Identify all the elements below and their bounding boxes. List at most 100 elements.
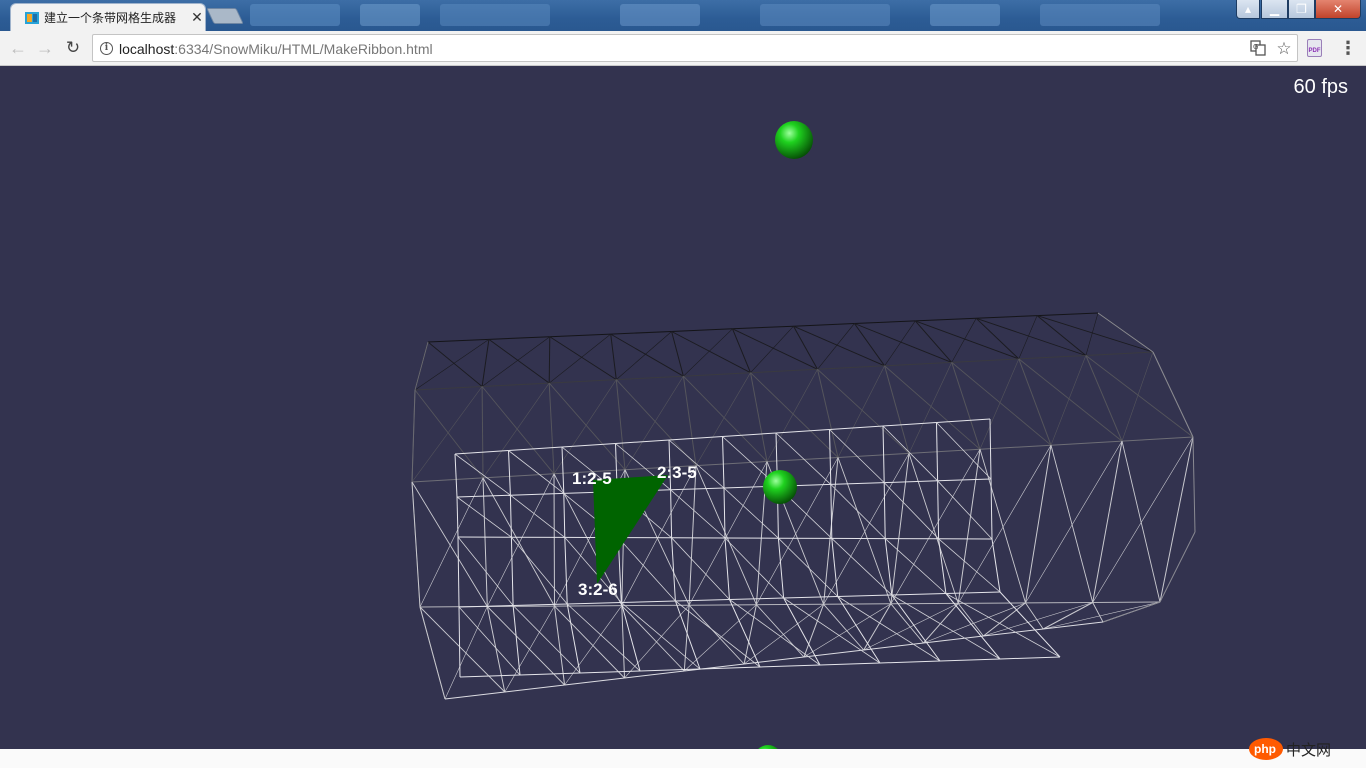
wireframe-edge: [837, 596, 881, 664]
wireframe-edge: [481, 336, 550, 387]
vertex-label: 3:2-6: [578, 580, 618, 599]
wireframe-edge: [991, 538, 1001, 593]
wireframe-edge: [682, 376, 697, 466]
wireframe-edge: [999, 656, 1061, 660]
wireframe-edge: [958, 602, 1026, 604]
user-icon: ▴: [1244, 2, 1252, 16]
forward-button[interactable]: →: [34, 37, 56, 59]
wireframe-edge: [1043, 601, 1161, 630]
window-close-button[interactable]: ✕: [1315, 0, 1361, 19]
wireframe-edge: [744, 656, 804, 665]
wireframe-edge: [688, 465, 697, 606]
wireframe-edge: [671, 331, 751, 374]
tab-title: 建立一个条带网格生成器: [44, 11, 177, 25]
wireframe-edge: [481, 386, 484, 478]
wireframe-edge: [481, 339, 490, 387]
wireframe-edge: [670, 487, 725, 491]
wireframe-edge: [567, 602, 622, 605]
ribbon-wireframe-back: [411, 312, 1194, 700]
window-user-button[interactable]: ▴: [1236, 0, 1260, 19]
url-text[interactable]: localhost:6334/SnowMiku/HTML/MakeRibbon.…: [119, 40, 433, 58]
wireframe-edge: [616, 375, 684, 381]
reload-icon: ↻: [65, 38, 81, 57]
wireframe-edge: [549, 336, 617, 380]
wireframe-edge: [695, 465, 757, 605]
wireframe-edge: [915, 317, 977, 322]
reload-button[interactable]: ↻: [62, 37, 84, 59]
back-button[interactable]: ←: [7, 37, 29, 59]
wireframe-edge: [610, 331, 672, 335]
wireframe-edge: [983, 628, 1044, 637]
wireframe-edge: [1085, 351, 1154, 356]
wireframe-edge: [976, 317, 1087, 356]
wireframe-edge: [729, 599, 821, 666]
window-minimize-button[interactable]: ▁: [1261, 0, 1288, 19]
wireframe-edge: [513, 603, 568, 606]
wireframe-edge: [1050, 445, 1094, 603]
wireframe-edge: [724, 537, 784, 599]
wireframe-edge: [482, 382, 550, 479]
wireframe-edge: [1092, 602, 1104, 623]
wireframe-edge: [548, 336, 551, 384]
browser-toolbar: ← → ↻ i localhost:6334/SnowMiku/HTML/Mak…: [0, 31, 1366, 66]
wireframe-edge: [481, 386, 555, 475]
browser-menu-icon[interactable]: ⋮: [1338, 37, 1358, 59]
wireframe-edge: [482, 477, 555, 607]
tab-close-icon[interactable]: ✕: [189, 9, 205, 25]
wireframe-edge: [610, 334, 617, 380]
bookmark-star-icon[interactable]: ☆: [1275, 40, 1293, 58]
titlebar-decoration: [930, 4, 1000, 26]
forward-arrow-icon: →: [36, 38, 54, 58]
wireframe-edge: [884, 365, 981, 450]
wireframe-edge: [908, 362, 952, 454]
wireframe-edge: [936, 418, 991, 423]
browser-titlebar: 建立一个条带网格生成器 ✕ ▴ ▁ ❐ ✕: [0, 0, 1366, 31]
wireframe-edge: [683, 375, 768, 462]
wireframe-edge: [508, 450, 511, 496]
wireframe-edge: [615, 379, 626, 470]
wireframe-edge: [1036, 315, 1154, 353]
pdf-extension-icon[interactable]: PDF: [1307, 39, 1322, 57]
back-arrow-icon: ←: [9, 38, 27, 58]
address-bar[interactable]: i localhost:6334/SnowMiku/HTML/MakeRibbo…: [92, 34, 1298, 62]
wireframe-edge: [884, 361, 952, 367]
wireframe-edge: [890, 449, 981, 604]
wireframe-edge: [1018, 355, 1086, 360]
wireframe-edge: [957, 603, 984, 637]
webgl-canvas[interactable]: 1:2-5 2:3-5 3:2-6 60 fps: [0, 67, 1366, 749]
translate-glyph-icon: G: [1250, 40, 1266, 56]
wireframe-edge: [939, 658, 1001, 662]
wireframe-edge: [936, 422, 992, 480]
wireframe-edge: [695, 461, 768, 467]
wireframe-edge: [890, 453, 910, 604]
wireframe-edge: [564, 537, 568, 605]
wireframe-edge: [670, 489, 673, 538]
translate-icon[interactable]: G: [1249, 40, 1267, 58]
wireframe-edge: [549, 379, 617, 384]
wireframe-edge: [937, 480, 940, 539]
new-tab-button[interactable]: [206, 8, 244, 24]
wireframe-edge: [675, 600, 761, 668]
site-info-icon[interactable]: i: [100, 42, 113, 55]
wireframe-edge: [549, 333, 611, 338]
window-maximize-button[interactable]: ❐: [1288, 0, 1315, 19]
wireframe-edge: [488, 339, 550, 384]
wireframe-edge: [511, 536, 568, 605]
wireframe-edge: [883, 482, 886, 539]
titlebar-decoration: [1040, 4, 1160, 26]
wireframe-edge: [829, 429, 832, 485]
wireframe-edge: [724, 537, 730, 600]
wireframe-edge: [561, 443, 616, 448]
browser-tab-active[interactable]: 建立一个条带网格生成器 ✕: [10, 3, 206, 31]
wireframe-edge: [837, 365, 885, 458]
wireframe-edge: [882, 425, 885, 483]
wireframe-edge: [414, 386, 483, 391]
wireframe-edge: [510, 537, 514, 606]
wireframe-edge: [675, 599, 730, 602]
ribbon-wireframe-front: [411, 312, 1196, 700]
wireframe-edge: [621, 600, 676, 603]
wireframe-edge: [411, 386, 483, 483]
wireframe-edge: [908, 448, 981, 454]
wireframe-edge: [512, 605, 581, 674]
wireframe-edge: [668, 436, 723, 441]
